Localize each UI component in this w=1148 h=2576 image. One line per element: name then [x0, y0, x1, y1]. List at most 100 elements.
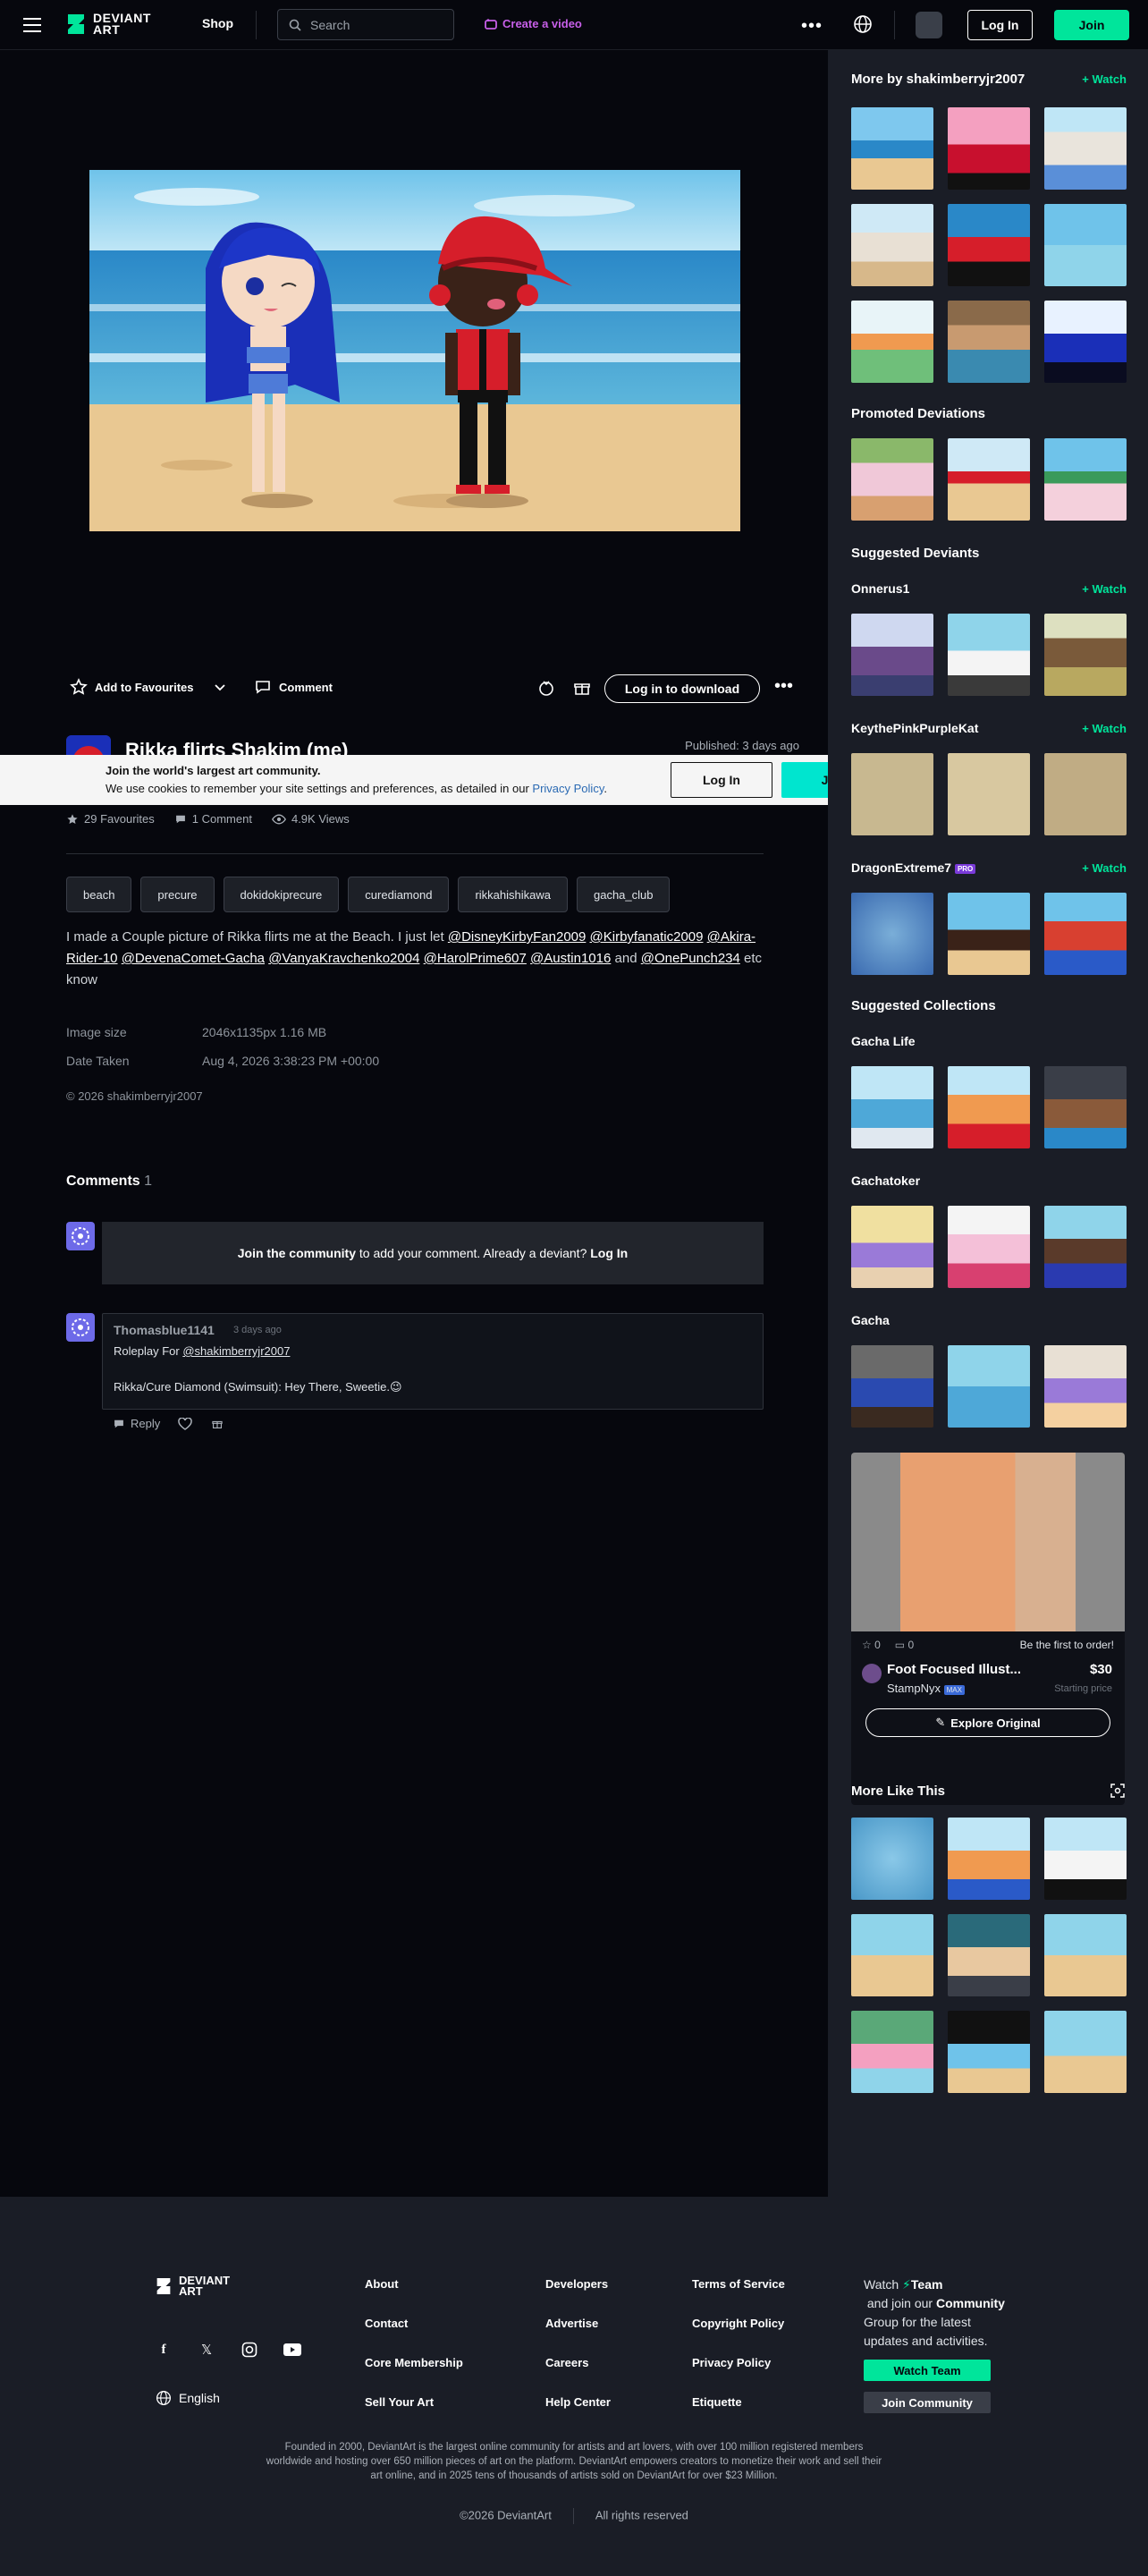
join-community-button[interactable]: Join Community [864, 2392, 991, 2413]
thumbnail[interactable] [948, 2011, 1030, 2093]
chevron-down-icon[interactable] [213, 680, 227, 694]
thumbnail[interactable] [1044, 893, 1127, 975]
thumbnail[interactable] [948, 204, 1030, 286]
search-box[interactable] [277, 9, 454, 40]
thumbnail[interactable] [851, 1066, 933, 1148]
mention-link[interactable]: @VanyaKravchenko2004 [268, 951, 419, 966]
more-options-icon[interactable]: ••• [774, 676, 793, 697]
thumbnail[interactable] [948, 438, 1030, 521]
instagram-icon[interactable] [240, 2340, 259, 2360]
watch-button[interactable]: + Watch [1082, 72, 1127, 86]
language-selector[interactable]: English [156, 2390, 220, 2406]
explore-original-button[interactable]: ✎ Explore Original [865, 1708, 1110, 1737]
mention-link[interactable]: @DevenaComet-Gacha [122, 951, 265, 966]
thumbnail[interactable] [948, 893, 1030, 975]
avatar[interactable] [916, 12, 942, 38]
thumbnail[interactable] [1044, 753, 1127, 835]
download-button[interactable]: Log in to download [604, 674, 760, 703]
thumbnail[interactable] [948, 1914, 1030, 1996]
join-button[interactable]: Join [1054, 10, 1129, 40]
thumbnail[interactable] [1044, 1066, 1127, 1148]
footer-link[interactable]: About [365, 2265, 463, 2304]
tag-chip[interactable]: beach [66, 877, 132, 912]
search-input[interactable] [310, 17, 435, 32]
deviant-name[interactable]: DragonExtreme7 PRO [851, 860, 976, 875]
comment-username[interactable]: Thomasblue1141 [114, 1323, 215, 1337]
tag-chip[interactable]: gacha_club [576, 877, 671, 912]
footer-link[interactable]: Contact [365, 2304, 463, 2343]
thumbnail[interactable] [1044, 438, 1127, 521]
tag-chip[interactable]: precure [140, 877, 215, 912]
join-to-comment-box[interactable]: Join the community to add your comment. … [102, 1222, 764, 1284]
product-title[interactable]: Foot Focused Illust... [887, 1662, 1021, 1677]
avatar[interactable] [66, 1313, 95, 1342]
thumbnail[interactable] [851, 893, 933, 975]
thumbnail[interactable] [851, 753, 933, 835]
globe-icon[interactable] [853, 14, 873, 34]
thumbnail[interactable] [1044, 1914, 1127, 1996]
footer-link[interactable]: Developers [545, 2265, 611, 2304]
more-options-icon[interactable]: ••• [801, 16, 823, 37]
watch-team-button[interactable]: Watch Team [864, 2360, 991, 2381]
tag-chip[interactable]: rikkahishikawa [458, 877, 568, 912]
reply-button[interactable]: Reply [113, 1417, 160, 1430]
footer-link[interactable]: Copyright Policy [692, 2304, 785, 2343]
thumbnail[interactable] [1044, 2011, 1127, 2093]
thumbnail[interactable] [948, 301, 1030, 383]
thumbnail[interactable] [948, 753, 1030, 835]
collection-name[interactable]: Gacha Life [851, 1034, 916, 1048]
footer-link[interactable]: Etiquette [692, 2383, 785, 2422]
facebook-icon[interactable]: f [154, 2340, 173, 2360]
footer-link[interactable]: Privacy Policy [692, 2343, 785, 2383]
product-image[interactable] [851, 1453, 1125, 1631]
thumbnail[interactable] [851, 1818, 933, 1900]
heart-icon[interactable] [178, 1417, 193, 1430]
visual-search-icon[interactable] [1110, 1784, 1125, 1798]
mention-link[interactable]: @HarolPrime607 [424, 951, 527, 966]
thumbnail[interactable] [851, 204, 933, 286]
gift-icon[interactable] [210, 1418, 224, 1430]
deviantart-logo[interactable]: DEVIANT ART [66, 12, 151, 37]
badge-icon[interactable] [536, 678, 556, 698]
join-community-link[interactable]: Join the community [238, 1246, 356, 1260]
footer-link[interactable]: Sell Your Art [365, 2383, 463, 2422]
watch-button[interactable]: + Watch [1082, 861, 1127, 875]
footer-link[interactable]: Careers [545, 2343, 611, 2383]
thumbnail[interactable] [948, 1345, 1030, 1428]
thumbnail[interactable] [948, 107, 1030, 190]
comment-button[interactable]: Comment [254, 678, 333, 696]
deviant-name[interactable]: KeythePinkPurpleKat [851, 721, 978, 735]
cookie-login-button[interactable]: Log In [671, 762, 772, 798]
mention-link[interactable]: @Kirbyfanatic2009 [590, 929, 704, 945]
thumbnail[interactable] [1044, 107, 1127, 190]
shop-link[interactable]: Shop [202, 16, 233, 30]
thumbnail[interactable] [851, 1206, 933, 1288]
mention-link[interactable]: @OnePunch234 [641, 951, 740, 966]
thumbnail[interactable] [1044, 614, 1127, 696]
privacy-policy-link[interactable]: Privacy Policy [532, 782, 604, 795]
thumbnail[interactable] [851, 438, 933, 521]
thumbnail[interactable] [851, 107, 933, 190]
collection-name[interactable]: Gacha [851, 1313, 890, 1327]
thumbnail[interactable] [948, 1818, 1030, 1900]
thumbnail[interactable] [851, 2011, 933, 2093]
mention-link[interactable]: @DisneyKirbyFan2009 [448, 929, 586, 945]
thumbnail[interactable] [1044, 301, 1127, 383]
deviation-image[interactable] [89, 170, 740, 531]
footer-link[interactable]: Help Center [545, 2383, 611, 2422]
thumbnail[interactable] [1044, 204, 1127, 286]
add-to-favourites-button[interactable]: Add to Favourites [70, 678, 194, 696]
avatar[interactable] [862, 1664, 882, 1683]
thumbnail[interactable] [851, 1914, 933, 1996]
mention-link[interactable]: @shakimberryjr2007 [182, 1344, 290, 1358]
footer-link[interactable]: Advertise [545, 2304, 611, 2343]
tag-chip[interactable]: curediamond [348, 877, 450, 912]
footer-logo[interactable]: DEVIANT ART [156, 2275, 230, 2297]
thumbnail[interactable] [1044, 1818, 1127, 1900]
thumbnail[interactable] [948, 1066, 1030, 1148]
product-card[interactable]: ☆ 0 ▭ 0 Be the first to order! Foot Focu… [851, 1453, 1125, 1805]
more-by-heading[interactable]: More by shakimberryjr2007 [851, 72, 1025, 87]
gift-icon[interactable] [572, 678, 592, 698]
tag-chip[interactable]: dokidokiprecure [223, 877, 340, 912]
footer-link[interactable]: Terms of Service [692, 2265, 785, 2304]
